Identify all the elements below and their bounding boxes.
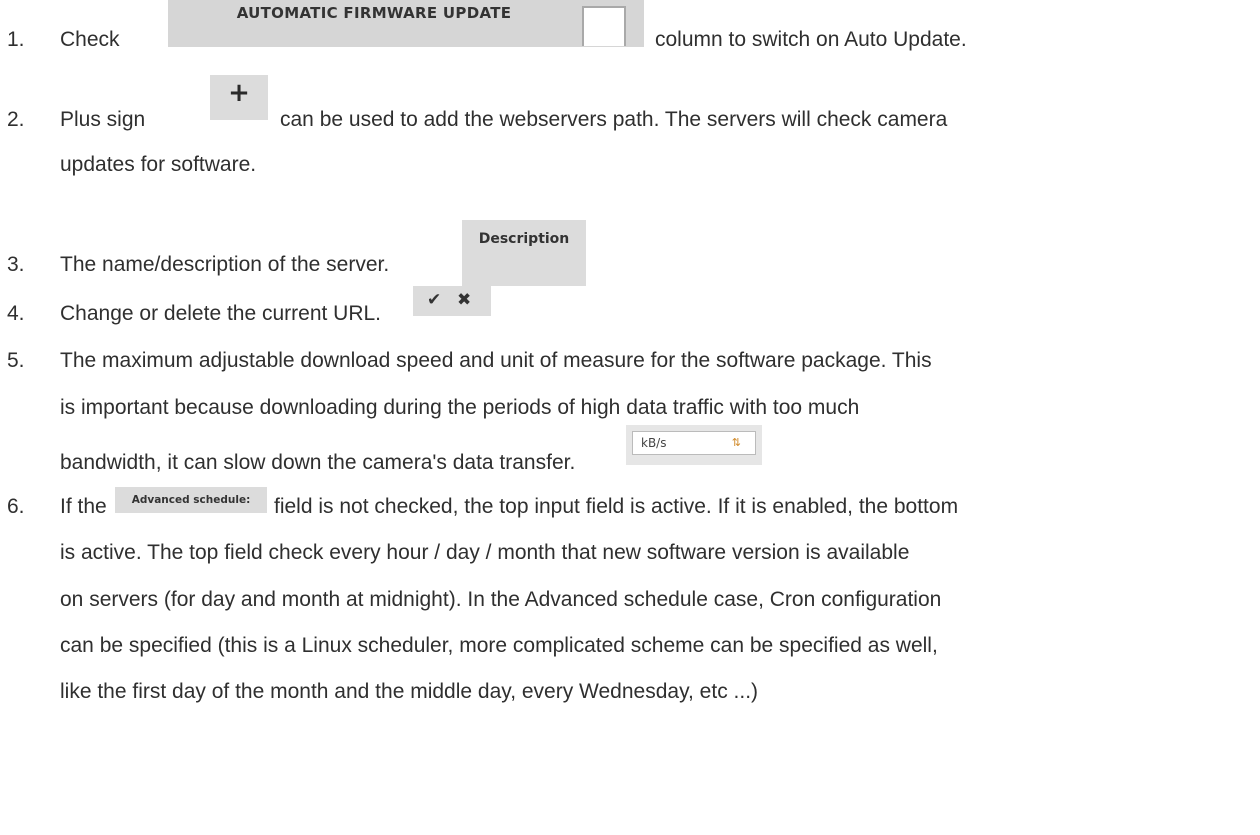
snippet-label: Description <box>478 231 570 247</box>
item-text-before: Plus sign <box>60 108 146 131</box>
unit-select: kB/s ⇅ <box>632 431 756 455</box>
item-text: The name/description of the server. <box>60 253 390 276</box>
checkbox-icon <box>582 6 626 46</box>
item-text-line2: updates for software. <box>60 153 257 176</box>
edit-icon: ✔ <box>427 290 442 310</box>
item-number: 6. <box>7 495 25 518</box>
item-text-line: like the first day of the month and the … <box>60 680 759 703</box>
unit-select-value: kB/s <box>641 436 667 450</box>
item-text-line: on servers (for day and month at midnigh… <box>60 588 942 611</box>
advanced-schedule-label-snippet: Advanced schedule: <box>115 487 267 513</box>
item-text-after: field is not checked, the top input fiel… <box>274 495 959 518</box>
item-text-after: column to switch on Auto Update. <box>655 28 967 51</box>
item-number: 2. <box>7 108 25 131</box>
item-number: 5. <box>7 349 25 372</box>
plus-icon: + <box>228 78 250 108</box>
snippet-label: Advanced schedule: <box>131 494 251 506</box>
item-text-line1: The maximum adjustable download speed an… <box>60 349 932 372</box>
item-text: Change or delete the current URL. <box>60 302 382 325</box>
document-page: AUTOMATIC FIRMWARE UPDATE 1. Check colum… <box>0 0 1260 835</box>
item-text-line2: is important because downloading during … <box>60 396 860 419</box>
item-number: 4. <box>7 302 25 325</box>
close-icon: ✖ <box>457 290 472 310</box>
select-arrows-icon: ⇅ <box>731 436 741 449</box>
edit-delete-icons-snippet: ✔ ✖ <box>413 286 491 316</box>
unit-select-snippet: kB/s ⇅ <box>626 425 762 465</box>
automatic-firmware-update-header-snippet: AUTOMATIC FIRMWARE UPDATE <box>168 0 644 47</box>
item-text-line: can be specified (this is a Linux schedu… <box>60 634 938 657</box>
item-text-before: Check <box>60 28 120 51</box>
item-number: 1. <box>7 28 25 51</box>
plus-button-snippet: + <box>210 75 268 120</box>
snippet-label: AUTOMATIC FIRMWARE UPDATE <box>236 4 512 22</box>
item-text-before: If the <box>60 495 107 518</box>
item-text-line3: bandwidth, it can slow down the camera's… <box>60 451 576 474</box>
item-text-line: is active. The top field check every hou… <box>60 541 910 564</box>
description-header-snippet: Description <box>462 220 586 286</box>
item-number: 3. <box>7 253 25 276</box>
item-text-after: can be used to add the webservers path. … <box>280 108 948 131</box>
